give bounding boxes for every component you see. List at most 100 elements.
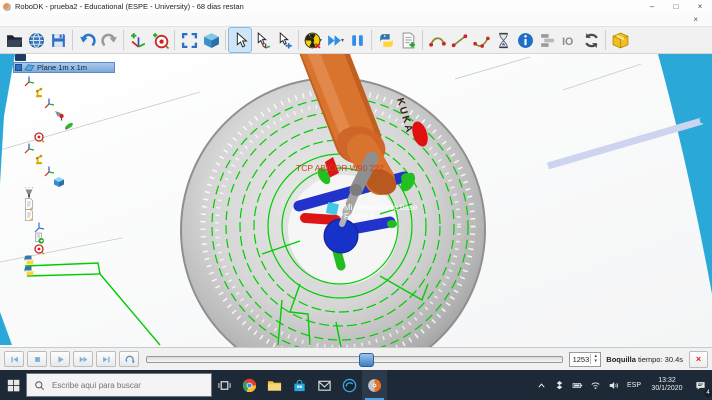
taskbar-clock[interactable]: 13:32 30/1/2020: [646, 377, 688, 393]
time-label: tiempo: 30.4s: [638, 355, 683, 364]
robodk-window: RoboDK - prueba2 - Educational (ESPE - U…: [0, 0, 712, 400]
collision-check-icon[interactable]: ▾: [302, 28, 324, 52]
slider-handle[interactable]: [359, 353, 374, 367]
skip-to-end-button[interactable]: [96, 351, 116, 367]
speaker-icon[interactable]: [604, 370, 622, 400]
add-target-icon[interactable]: [149, 28, 171, 52]
loop-button[interactable]: [119, 351, 139, 367]
skip-to-start-button[interactable]: [4, 351, 24, 367]
tree-item-target[interactable]: [33, 242, 45, 254]
pause-simulation-icon[interactable]: [346, 28, 368, 52]
close-button[interactable]: ×: [688, 0, 712, 13]
set-io-icon[interactable]: [558, 28, 580, 52]
program-name: Boquilla: [606, 355, 636, 364]
frame-value: 1253: [570, 355, 590, 364]
tree-item-target[interactable]: [33, 130, 45, 142]
tool-label: TCP ABICOR W90 222: [296, 163, 384, 173]
mail-button[interactable]: [312, 370, 337, 400]
3d-scene: KUKA TCP ABICOR W90 222 Mi Mecanizado ba…: [0, 54, 712, 347]
tree-item-frame[interactable]: [33, 220, 45, 232]
store-button[interactable]: [287, 370, 312, 400]
chrome-button[interactable]: [237, 370, 262, 400]
toolbar-separator: [174, 30, 175, 50]
file-explorer-button[interactable]: [262, 370, 287, 400]
isometric-view-icon[interactable]: [200, 28, 222, 52]
tree-item-object[interactable]: [53, 175, 65, 187]
tree-item-python-program[interactable]: [23, 253, 35, 265]
dropbox-icon[interactable]: [550, 370, 568, 400]
move-circular-instruction-icon[interactable]: [470, 28, 492, 52]
tree-expander-icon[interactable]: [15, 64, 22, 71]
tree-item-frame[interactable]: [23, 74, 35, 86]
maximize-button[interactable]: □: [664, 0, 688, 13]
tray-chevron-icon[interactable]: [532, 370, 550, 400]
stop-button[interactable]: [27, 351, 47, 367]
tree-item-frame[interactable]: [43, 164, 55, 176]
title-bar: RoboDK - prueba2 - Educational (ESPE - U…: [0, 0, 712, 13]
toolbar-separator: [225, 30, 226, 50]
redo-icon[interactable]: [98, 28, 120, 52]
tree-item-python-program[interactable]: [23, 264, 35, 276]
taskview-button[interactable]: [212, 370, 237, 400]
select-cursor-icon[interactable]: [229, 28, 251, 52]
language-indicator[interactable]: ESP: [622, 382, 646, 389]
export-simulation-icon[interactable]: [609, 28, 631, 52]
move-joint-instruction-icon[interactable]: [426, 28, 448, 52]
tree-item-frame[interactable]: [23, 141, 35, 153]
robodk-taskbar-button[interactable]: [362, 370, 387, 400]
tree-selected-label: Plane 1m x 1m: [37, 63, 87, 72]
notification-badge: 4: [704, 389, 712, 397]
tree-item-robot[interactable]: [33, 152, 45, 164]
add-reference-frame-icon[interactable]: [127, 28, 149, 52]
library-online-icon[interactable]: [25, 28, 47, 52]
play-button[interactable]: [50, 351, 70, 367]
fit-view-icon[interactable]: [178, 28, 200, 52]
browser-app-button[interactable]: [337, 370, 362, 400]
move-linear-instruction-icon[interactable]: [448, 28, 470, 52]
simulation-slider[interactable]: [146, 356, 563, 363]
dropdown-arrow-icon[interactable]: ▾: [319, 37, 322, 44]
update-program-icon[interactable]: [580, 28, 602, 52]
show-instruction-icon[interactable]: [514, 28, 536, 52]
search-input[interactable]: [50, 380, 204, 391]
tree-item-document[interactable]: [23, 208, 35, 220]
dropdown-arrow-icon[interactable]: ▾: [341, 37, 344, 44]
save-icon[interactable]: [47, 28, 69, 52]
minimize-button[interactable]: –: [640, 0, 664, 13]
simulation-status: Boquilla tiempo: 30.4s: [606, 355, 683, 364]
3d-viewport[interactable]: KUKA TCP ABICOR W90 222 Mi Mecanizado ba…: [0, 54, 712, 347]
move-reference-cursor-icon[interactable]: [251, 28, 273, 52]
playback-buttons: [4, 351, 142, 367]
tree-item-frame[interactable]: [43, 96, 55, 108]
toolbar-separator: [422, 30, 423, 50]
move-robot-cursor-icon[interactable]: [273, 28, 295, 52]
start-button[interactable]: [0, 370, 26, 400]
system-tray: ESP 13:32 30/1/2020 4: [532, 370, 712, 400]
close-playback-button[interactable]: ×: [689, 351, 708, 368]
tree-item-document[interactable]: [23, 197, 35, 209]
action-center-icon[interactable]: 4: [688, 370, 712, 400]
tree-item-tool[interactable]: [63, 119, 75, 131]
spin-down-icon[interactable]: ▾: [591, 359, 600, 364]
tree-item-spray-tool[interactable]: [23, 186, 35, 198]
frame-spinner[interactable]: 1253 ▴ ▾: [569, 352, 601, 367]
tree-item-plane-selected[interactable]: Plane 1m x 1m: [13, 62, 115, 73]
open-file-icon[interactable]: [3, 28, 25, 52]
program-call-icon[interactable]: [536, 28, 558, 52]
add-python-program-icon[interactable]: [375, 28, 397, 52]
simulation-speed-icon[interactable]: ▾: [324, 28, 346, 52]
frame-name-label: Frame 4: [344, 212, 374, 221]
fast-forward-button[interactable]: [73, 351, 93, 367]
dock-close-button[interactable]: ×: [693, 13, 698, 26]
tree-item-tool[interactable]: [53, 108, 65, 120]
tree-item-robot[interactable]: [33, 85, 45, 97]
pause-instruction-icon[interactable]: [492, 28, 514, 52]
battery-icon[interactable]: [568, 370, 586, 400]
clock-date: 30/1/2020: [646, 385, 688, 393]
tree-item-program[interactable]: [33, 231, 45, 243]
undo-icon[interactable]: [76, 28, 98, 52]
add-program-icon[interactable]: [397, 28, 419, 52]
network-icon[interactable]: [586, 370, 604, 400]
tree-item-station[interactable]: [15, 54, 26, 61]
taskbar-search[interactable]: [26, 373, 212, 397]
